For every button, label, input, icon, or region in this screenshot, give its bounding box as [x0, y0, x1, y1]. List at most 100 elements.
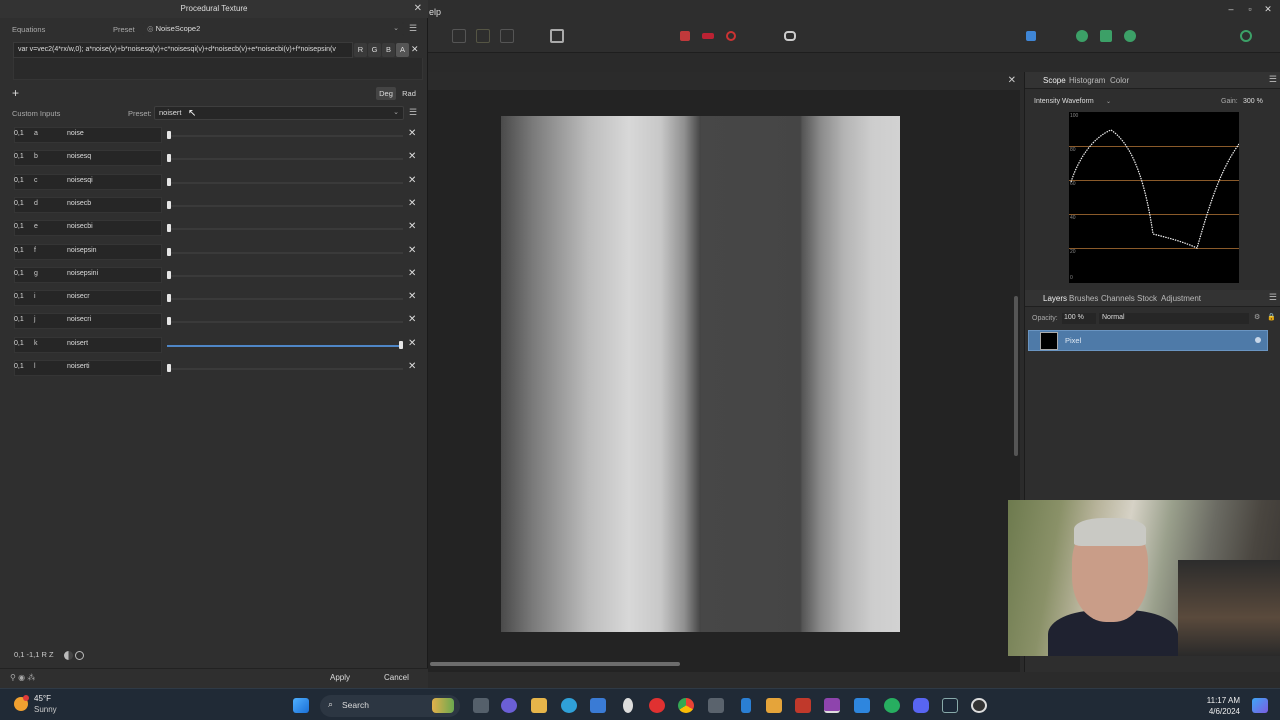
close-window-icon[interactable]: ✕	[1261, 4, 1275, 15]
input-name[interactable]: noisepsin	[67, 247, 97, 254]
slider-handle[interactable]	[167, 154, 171, 163]
input-name[interactable]: noisesq	[67, 153, 91, 160]
chrome-icon[interactable]	[678, 698, 694, 713]
weather-condition[interactable]: Sunny	[34, 705, 57, 714]
remove-input-icon[interactable]: ✕	[408, 314, 416, 325]
close-document-icon[interactable]: ✕	[1008, 75, 1016, 86]
tab-layers[interactable]: Layers	[1043, 294, 1067, 303]
input-range[interactable]: 0,1	[14, 223, 28, 230]
rad-button[interactable]: Rad	[399, 87, 419, 100]
input-range[interactable]: 0,1	[14, 130, 28, 137]
slider-handle[interactable]	[167, 294, 171, 303]
input-slider[interactable]	[167, 154, 403, 163]
slider-handle[interactable]	[167, 224, 171, 233]
circle-icon[interactable]	[75, 651, 84, 660]
layer-name[interactable]: Pixel	[1065, 336, 1081, 345]
tool-app-icon[interactable]	[708, 698, 724, 713]
alien-app-icon[interactable]	[623, 698, 633, 713]
remove-input-icon[interactable]: ✕	[408, 245, 416, 256]
tab-scope[interactable]: Scope	[1043, 76, 1066, 85]
input-slider[interactable]	[167, 270, 403, 279]
opacity-field[interactable]: 100 %	[1062, 313, 1096, 324]
studio-icon[interactable]	[1100, 30, 1112, 42]
equation-input[interactable]: var v=vec2(4*rx/w,0); a*noise(v)+b*noise…	[13, 42, 353, 58]
steam-icon[interactable]	[942, 698, 958, 713]
input-slider[interactable]	[167, 131, 403, 139]
apply-button[interactable]: Apply	[330, 673, 350, 682]
affinity-designer-icon[interactable]	[854, 698, 870, 713]
remove-input-icon[interactable]: ✕	[408, 221, 416, 232]
tab-histogram[interactable]: Histogram	[1069, 76, 1105, 85]
equation-preset-select[interactable]: ◎ NoiseScope2 ⌄	[142, 22, 404, 36]
panel-menu-icon[interactable]: ☰	[1269, 292, 1277, 303]
input-name[interactable]: noise	[67, 130, 84, 137]
snapping-icon[interactable]	[680, 31, 690, 41]
slider-handle[interactable]	[167, 270, 171, 279]
obs-icon[interactable]	[971, 698, 987, 713]
tab-channels[interactable]: Channels	[1101, 294, 1135, 303]
opera-icon[interactable]	[649, 698, 665, 713]
equation-area[interactable]	[13, 58, 423, 80]
tab-adjustment[interactable]: Adjustment	[1161, 294, 1201, 303]
bottom-tools-row[interactable]: 0,1 -1,1 R Z	[14, 650, 54, 659]
task-view-icon[interactable]	[473, 698, 489, 713]
slider-handle[interactable]	[399, 340, 403, 349]
select-mode-icon[interactable]	[452, 29, 466, 43]
blend-mode-select[interactable]: Normal	[1099, 313, 1249, 324]
input-range[interactable]: 0,1	[14, 363, 28, 370]
footer-tools-icon[interactable]: ⚲ ◉ ⁂	[10, 673, 35, 682]
copilot-icon[interactable]	[1252, 698, 1268, 713]
tab-color[interactable]: Color	[1110, 76, 1129, 85]
store-icon[interactable]	[590, 698, 606, 713]
horizontal-scrollbar[interactable]	[430, 662, 680, 666]
input-slider[interactable]	[167, 294, 403, 303]
input-range[interactable]: 0,1	[14, 270, 28, 277]
system-clock[interactable]: 11:17 AM 4/6/2024	[1207, 695, 1240, 717]
remove-input-icon[interactable]: ✕	[408, 128, 416, 139]
input-slider[interactable]	[167, 317, 403, 326]
affinity-publisher-icon[interactable]	[795, 698, 811, 713]
document-canvas[interactable]	[501, 116, 900, 632]
snap-option-icon[interactable]	[726, 31, 736, 41]
channel-r-button[interactable]: R	[354, 43, 367, 57]
input-range[interactable]: 0,1	[14, 293, 28, 300]
input-name[interactable]: noiserti	[67, 363, 90, 370]
remove-input-icon[interactable]: ✕	[408, 198, 416, 209]
contrast-icon[interactable]	[64, 651, 73, 660]
input-range[interactable]: 0,1	[14, 153, 28, 160]
input-range[interactable]: 0,1	[14, 247, 28, 254]
teams-icon[interactable]	[501, 698, 517, 713]
layer-row-pixel[interactable]: Pixel	[1028, 330, 1268, 351]
close-icon[interactable]: ✕	[414, 3, 422, 14]
input-name[interactable]: noisecr	[67, 293, 90, 300]
input-name[interactable]: noisecri	[67, 316, 91, 323]
slider-handle[interactable]	[167, 317, 171, 326]
channel-b-button[interactable]: B	[382, 43, 395, 57]
remove-input-icon[interactable]: ✕	[408, 268, 416, 279]
app-icon[interactable]	[884, 698, 900, 713]
studio-icon[interactable]	[1124, 30, 1136, 42]
input-slider[interactable]	[167, 177, 403, 186]
slider-handle[interactable]	[167, 200, 171, 209]
studio-icon[interactable]	[1076, 30, 1088, 42]
input-slider[interactable]	[167, 224, 403, 233]
input-slider[interactable]	[167, 247, 403, 256]
align-icon[interactable]	[1026, 31, 1036, 41]
select-mode-icon[interactable]	[476, 29, 490, 43]
discord-icon[interactable]	[913, 698, 929, 713]
gain-value[interactable]: 300 %	[1243, 98, 1263, 105]
input-name[interactable]: noisecb	[67, 200, 91, 207]
input-slider[interactable]	[167, 340, 403, 349]
preset-menu-icon[interactable]: ☰	[409, 23, 417, 34]
affinity-photo-icon[interactable]	[824, 698, 840, 713]
rulers-icon[interactable]	[702, 33, 714, 39]
input-name[interactable]: noisesqi	[67, 177, 93, 184]
input-name[interactable]: noisecbi	[67, 223, 93, 230]
slider-handle[interactable]	[167, 177, 171, 186]
remove-input-icon[interactable]: ✕	[408, 151, 416, 162]
channel-g-button[interactable]: G	[368, 43, 381, 57]
lock-icon[interactable]: 🔒	[1267, 313, 1276, 321]
bing-icon[interactable]	[741, 698, 751, 713]
cancel-button[interactable]: Cancel	[384, 673, 409, 682]
tab-stock[interactable]: Stock	[1137, 294, 1157, 303]
